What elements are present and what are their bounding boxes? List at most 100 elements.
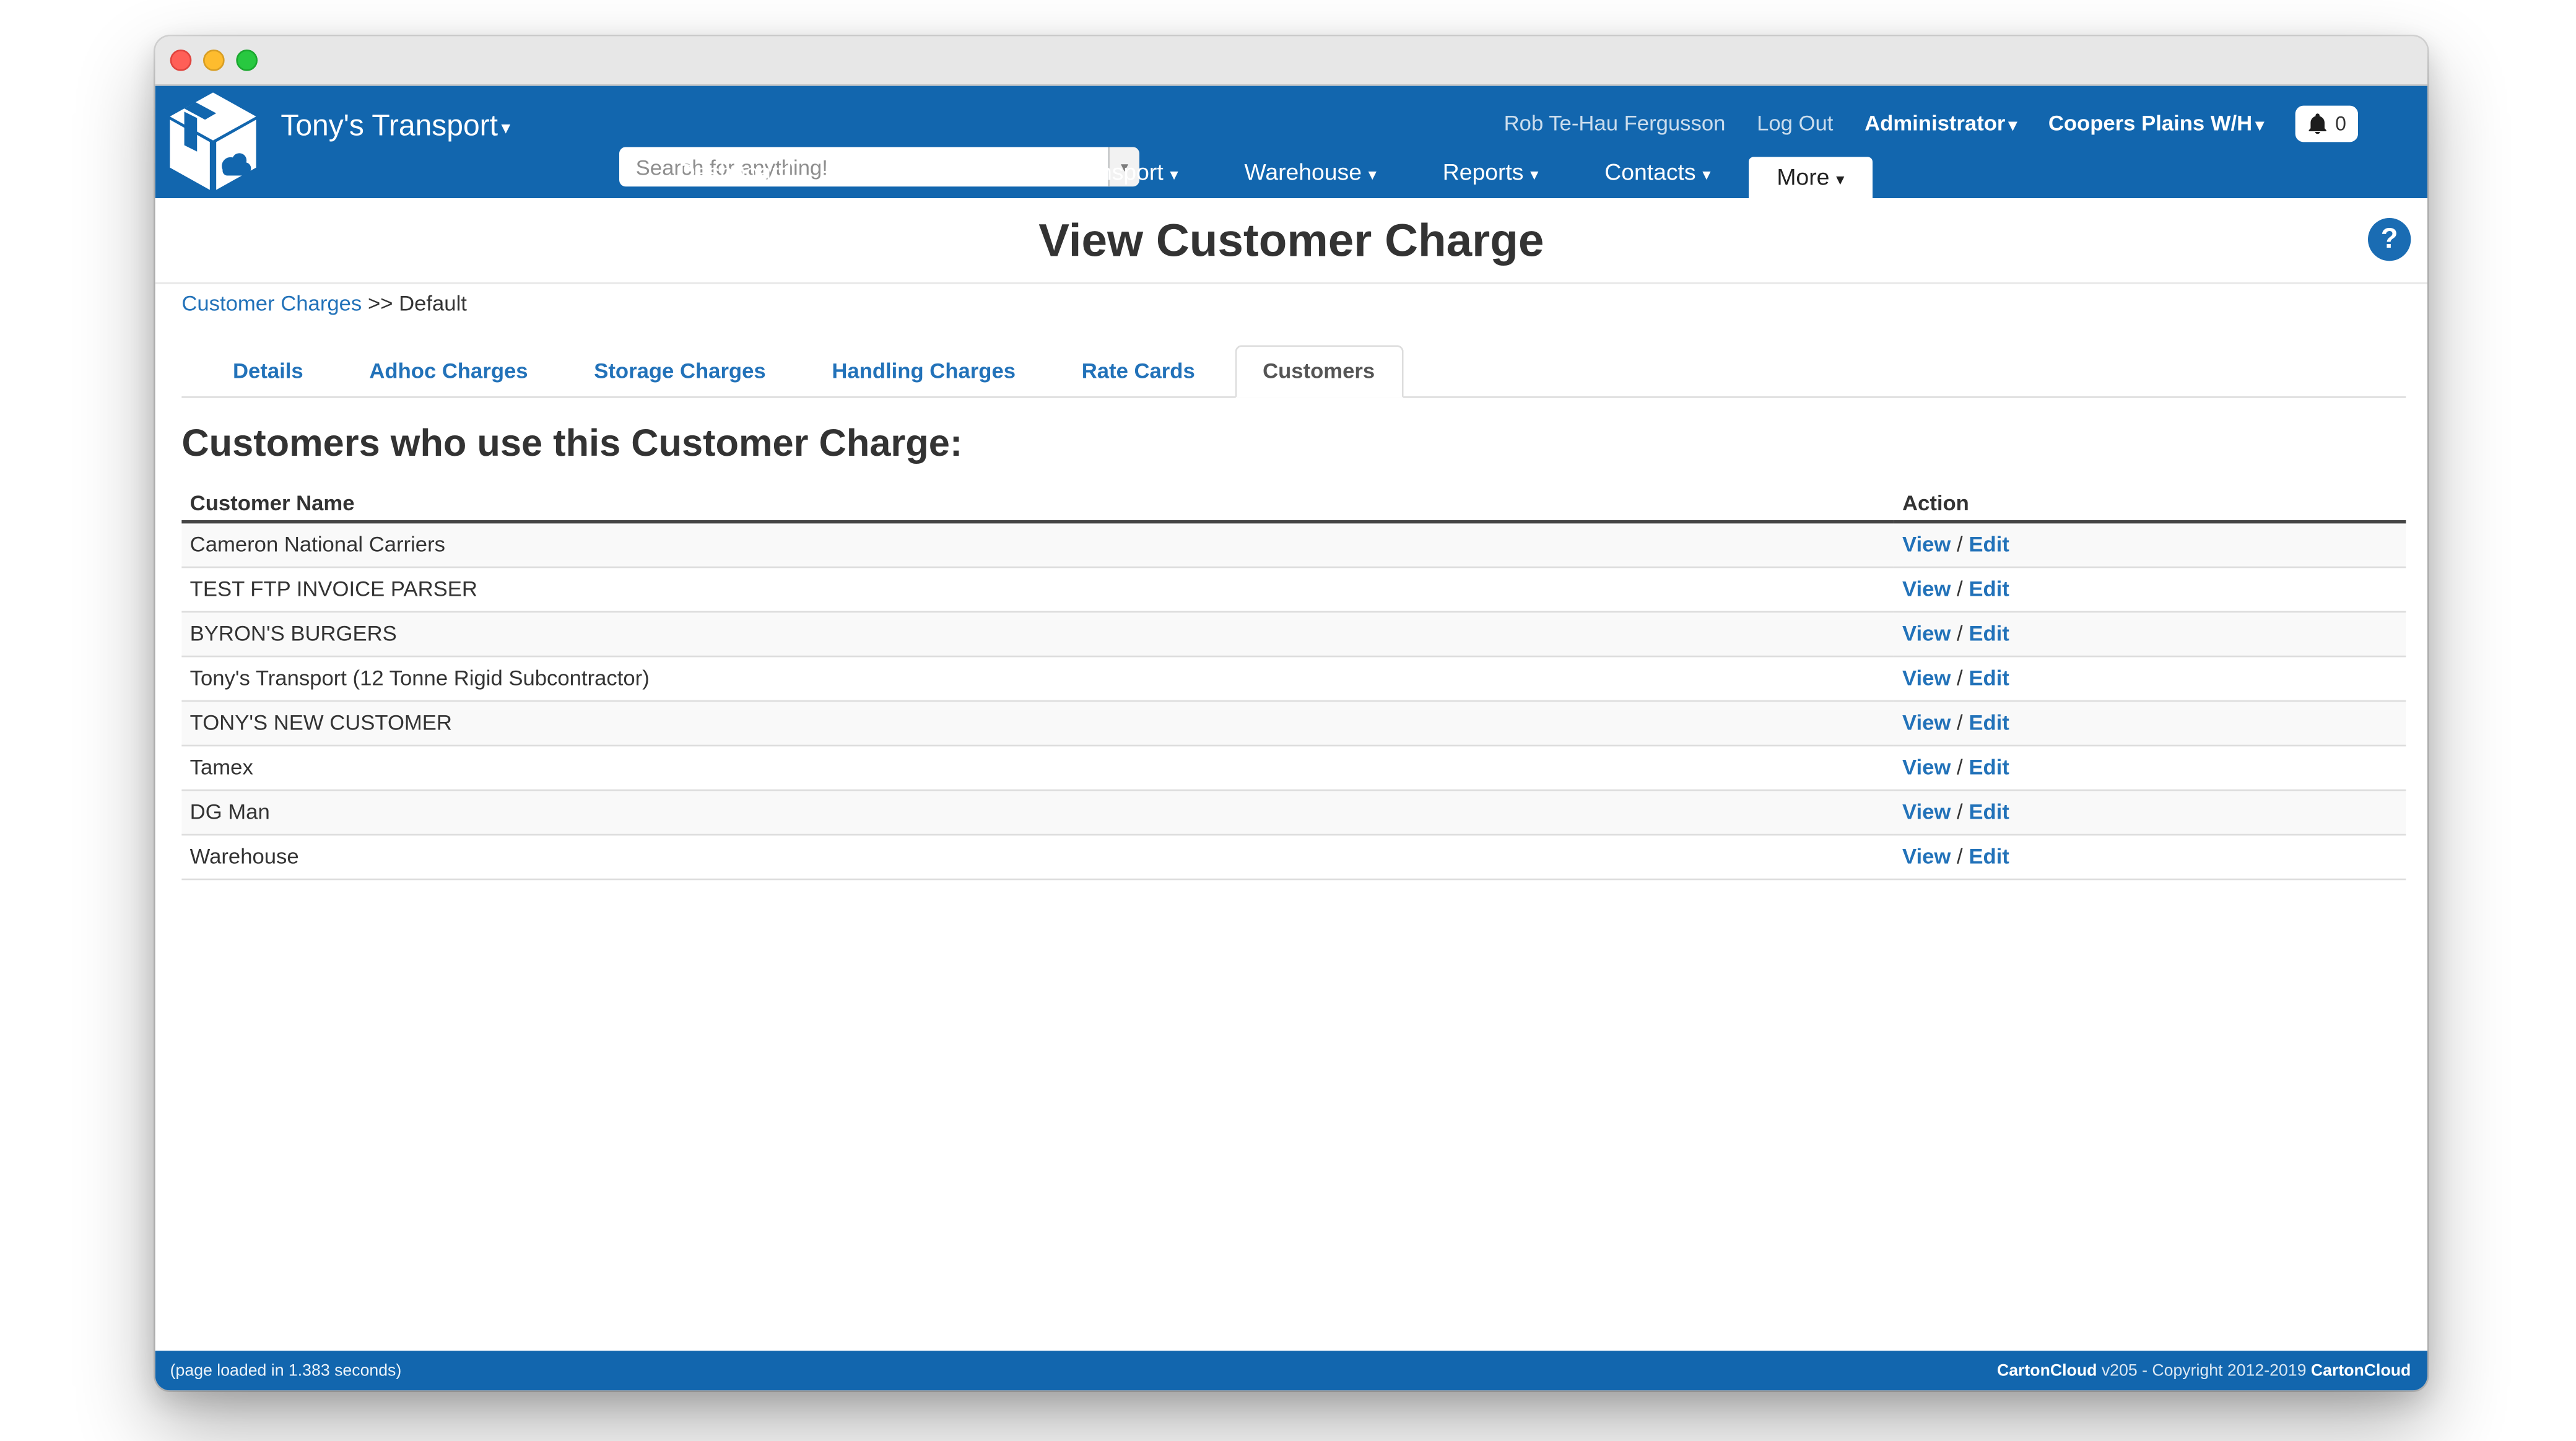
- view-link[interactable]: View: [1902, 799, 1951, 824]
- tenant-name: Tony's Transport: [281, 109, 498, 142]
- nav-item-quick-add[interactable]: +Quick Add▾: [830, 147, 1027, 198]
- edit-link[interactable]: Edit: [1969, 621, 2009, 646]
- tab-storage-charges[interactable]: Storage Charges: [568, 347, 793, 396]
- action-cell: View / Edit: [1894, 567, 2406, 612]
- column-header-customer-name: Customer Name: [181, 485, 1894, 522]
- tab-rate-cards[interactable]: Rate Cards: [1055, 347, 1221, 396]
- caret-down-icon: ▾: [1836, 172, 1844, 189]
- close-window-button[interactable]: [170, 50, 192, 71]
- view-link[interactable]: View: [1902, 844, 1951, 869]
- tab-bar: Details Adhoc Charges Storage Charges Ha…: [181, 345, 2406, 398]
- view-link[interactable]: View: [1902, 621, 1951, 646]
- caret-down-icon: ▾: [1702, 167, 1710, 185]
- column-header-action: Action: [1894, 485, 2406, 522]
- zoom-window-button[interactable]: [236, 50, 258, 71]
- edit-link[interactable]: Edit: [1969, 799, 2009, 824]
- edit-link[interactable]: Edit: [1969, 844, 2009, 869]
- customer-name-cell: Tamex: [181, 746, 1894, 790]
- edit-link[interactable]: Edit: [1969, 577, 2009, 601]
- nav-item-warehouse[interactable]: Warehouse▾: [1216, 147, 1404, 198]
- role-dropdown[interactable]: Administrator▾: [1865, 111, 2017, 136]
- customer-name-cell: TEST FTP INVOICE PARSER: [181, 567, 1894, 612]
- footer-bar: (page loaded in 1.383 seconds) CartonClo…: [155, 1351, 2427, 1390]
- nav-item-contacts[interactable]: Contacts▾: [1577, 147, 1739, 198]
- view-link[interactable]: View: [1902, 666, 1951, 690]
- customer-name-cell: Tony's Transport (12 Tonne Rigid Subcont…: [181, 656, 1894, 701]
- edit-link[interactable]: Edit: [1969, 710, 2009, 735]
- caret-down-icon: ▾: [501, 119, 510, 139]
- table-row: TEST FTP INVOICE PARSER View / Edit: [181, 567, 2406, 612]
- customer-name-cell: Warehouse: [181, 835, 1894, 879]
- caret-down-icon: ▾: [1368, 167, 1377, 185]
- nav-item-more[interactable]: More▾: [1749, 157, 1873, 198]
- view-link[interactable]: View: [1902, 755, 1951, 780]
- action-cell: View / Edit: [1894, 656, 2406, 701]
- minimize-window-button[interactable]: [203, 50, 225, 71]
- table-header-row: Customer Name Action: [181, 485, 2406, 522]
- nav-item-dashboard[interactable]: Dashboard: [651, 147, 820, 198]
- bell-icon: [2307, 111, 2329, 134]
- footer-brand: CartonCloud: [1997, 1362, 2097, 1380]
- tab-adhoc-charges[interactable]: Adhoc Charges: [343, 347, 555, 396]
- edit-link[interactable]: Edit: [1969, 666, 2009, 690]
- customer-name-cell: Cameron National Carriers: [181, 522, 1894, 567]
- main-content: Customer Charges >> Default Details Adho…: [155, 290, 2427, 880]
- breadcrumb-customer-charges-link[interactable]: Customer Charges: [181, 290, 362, 315]
- breadcrumb-separator: >>: [368, 290, 399, 315]
- caret-down-icon: ▾: [1170, 167, 1178, 185]
- warehouse-dropdown[interactable]: Coopers Plains W/H▾: [2048, 111, 2264, 136]
- window-titlebar: [155, 37, 2427, 86]
- breadcrumb-current: Default: [399, 290, 467, 315]
- logout-link[interactable]: Log Out: [1757, 111, 1833, 136]
- tenant-menu[interactable]: Tony's Transport▾: [281, 107, 510, 144]
- customer-name-cell: TONY'S NEW CUSTOMER: [181, 701, 1894, 746]
- customers-table: Customer Name Action Cameron National Ca…: [181, 485, 2406, 880]
- tab-details[interactable]: Details: [206, 347, 329, 396]
- customer-name-cell: BYRON'S BURGERS: [181, 612, 1894, 656]
- user-menu: Rob Te-Hau Fergusson Log Out Administrat…: [1504, 104, 2358, 142]
- view-link[interactable]: View: [1902, 577, 1951, 601]
- table-row: Warehouse View / Edit: [181, 835, 2406, 879]
- table-row: Tamex View / Edit: [181, 746, 2406, 790]
- table-row: TONY'S NEW CUSTOMER View / Edit: [181, 701, 2406, 746]
- app-header: Tony's Transport▾ ▾ Rob Te-Hau Fergusson…: [155, 86, 2427, 198]
- nav-item-reports[interactable]: Reports▾: [1414, 147, 1567, 198]
- main-nav: Dashboard +Quick Add▾ Transport▾ Warehou…: [651, 147, 1873, 198]
- notifications-button[interactable]: 0: [2295, 105, 2358, 141]
- user-name: Rob Te-Hau Fergusson: [1504, 111, 1726, 136]
- caret-down-icon: ▾: [2256, 117, 2264, 135]
- app-window: Tony's Transport▾ ▾ Rob Te-Hau Fergusson…: [155, 37, 2427, 1391]
- view-link[interactable]: View: [1902, 532, 1951, 557]
- caret-down-icon: ▾: [2009, 117, 2017, 135]
- action-cell: View / Edit: [1894, 790, 2406, 835]
- caret-down-icon: ▾: [1530, 167, 1538, 185]
- page-load-time: (page loaded in 1.383 seconds): [170, 1362, 402, 1380]
- table-row: DG Man View / Edit: [181, 790, 2406, 835]
- customer-name-cell: DG Man: [181, 790, 1894, 835]
- action-cell: View / Edit: [1894, 612, 2406, 656]
- screenshot-stage: Tony's Transport▾ ▾ Rob Te-Hau Fergusson…: [0, 0, 2576, 1441]
- footer-version: v205 - Copyright 2012-2019: [2102, 1362, 2307, 1380]
- footer-brand-2: CartonCloud: [2311, 1362, 2411, 1380]
- action-cell: View / Edit: [1894, 746, 2406, 790]
- table-row: Cameron National Carriers View / Edit: [181, 522, 2406, 567]
- tab-handling-charges[interactable]: Handling Charges: [806, 347, 1042, 396]
- page-title-band: View Customer Charge: [155, 198, 2427, 284]
- caret-down-icon: ▾: [991, 167, 999, 185]
- table-row: BYRON'S BURGERS View / Edit: [181, 612, 2406, 656]
- tab-customers[interactable]: Customers: [1235, 345, 1403, 398]
- edit-link[interactable]: Edit: [1969, 755, 2009, 780]
- action-cell: View / Edit: [1894, 522, 2406, 567]
- cartoncloud-logo-icon: [165, 91, 261, 193]
- view-link[interactable]: View: [1902, 710, 1951, 735]
- edit-link[interactable]: Edit: [1969, 532, 2009, 557]
- page-title: View Customer Charge: [1038, 214, 1544, 266]
- action-cell: View / Edit: [1894, 835, 2406, 879]
- section-heading: Customers who use this Customer Charge:: [181, 421, 2406, 466]
- nav-item-transport[interactable]: Transport▾: [1037, 147, 1206, 198]
- plus-icon: +: [858, 159, 872, 186]
- help-icon[interactable]: ?: [2368, 218, 2411, 261]
- notification-count: 0: [2335, 111, 2346, 134]
- action-cell: View / Edit: [1894, 701, 2406, 746]
- table-row: Tony's Transport (12 Tonne Rigid Subcont…: [181, 656, 2406, 701]
